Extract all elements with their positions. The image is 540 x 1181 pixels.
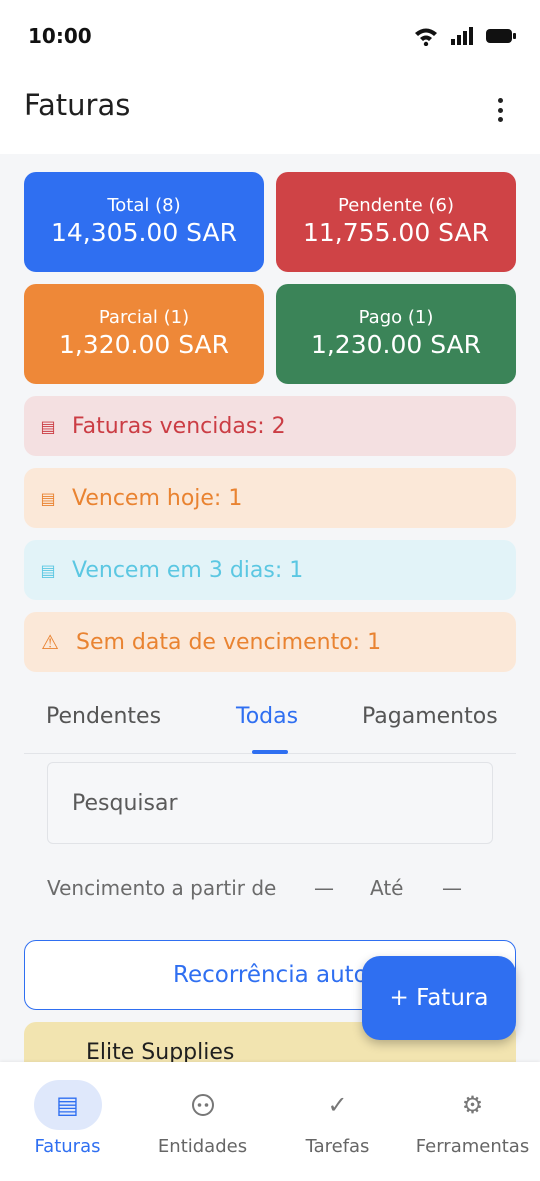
list-icon: ▤	[40, 416, 56, 436]
nav-item-ferramentas[interactable]: ⚙ Ferramentas	[405, 1062, 540, 1181]
gear-icon: ⚙	[461, 1091, 484, 1119]
warning-icon: ⚠	[41, 630, 59, 654]
list-icon: ▤	[40, 560, 56, 580]
summary-card-pendente[interactable]: Pendente (6) 11,755.00 SAR	[276, 172, 516, 272]
summary-card-parcial[interactable]: Parcial (1) 1,320.00 SAR	[24, 284, 264, 384]
nav-item-faturas[interactable]: ▤ Faturas	[0, 1062, 135, 1181]
tab-pagamentos[interactable]: Pagamentos	[362, 704, 498, 729]
invoice-list-icon: ▤	[33, 1080, 102, 1130]
summary-card-pago[interactable]: Pago (1) 1,230.00 SAR	[276, 284, 516, 384]
nav-label: Tarefas	[305, 1136, 370, 1157]
summary-card-label: Pago (1)	[358, 307, 434, 328]
alert-text: Vencem hoje: 1	[72, 485, 243, 511]
more-vert-icon	[497, 98, 503, 103]
alert-due-3-days[interactable]: ▤ Vencem em 3 dias: 1	[24, 540, 516, 600]
alert-no-due-date[interactable]: ⚠ Sem data de vencimento: 1	[24, 612, 516, 672]
wifi-icon	[415, 28, 437, 46]
status-time: 10:00	[28, 24, 92, 48]
status-bar: 10:00	[0, 0, 540, 72]
due-to-label: Até	[370, 876, 404, 900]
summary-card-label: Pendente (6)	[338, 195, 454, 216]
summary-card-value: 11,755.00 SAR	[303, 218, 489, 247]
nav-label: Faturas	[34, 1136, 101, 1157]
page-title: Faturas	[24, 88, 131, 122]
nav-label: Entidades	[157, 1136, 248, 1157]
summary-card-value: 1,320.00 SAR	[58, 330, 230, 359]
invoice-tabs: Pendentes Todas Pagamentos	[24, 690, 516, 754]
due-to-date[interactable]: —	[442, 876, 462, 900]
more-options-button[interactable]	[488, 96, 512, 124]
tab-indicator	[252, 750, 288, 754]
add-invoice-button[interactable]: + Fatura	[362, 956, 516, 1040]
tab-pendentes[interactable]: Pendentes	[46, 704, 161, 729]
alert-text: Sem data de vencimento: 1	[76, 629, 382, 655]
bottom-navigation: ▤ Faturas Entidades ✓ Tarefas ⚙ Ferramen…	[0, 1062, 540, 1181]
check-icon: ✓	[327, 1091, 348, 1119]
search-input[interactable]: Pesquisar	[47, 762, 493, 844]
summary-card-label: Parcial (1)	[98, 307, 190, 328]
summary-card-value: 14,305.00 SAR	[51, 218, 237, 247]
signal-icon	[451, 27, 473, 45]
due-from-label: Vencimento a partir de	[47, 876, 277, 900]
alert-text: Vencem em 3 dias: 1	[72, 557, 304, 583]
battery-icon	[486, 29, 516, 43]
nav-label: Ferramentas	[415, 1136, 530, 1157]
summary-card-label: Total (8)	[107, 195, 181, 216]
status-icons	[414, 26, 516, 46]
entity-icon	[169, 1080, 237, 1130]
nav-item-entidades[interactable]: Entidades	[135, 1062, 270, 1181]
summary-card-total[interactable]: Total (8) 14,305.00 SAR	[24, 172, 264, 272]
due-from-date[interactable]: —	[314, 876, 334, 900]
summary-card-value: 1,230.00 SAR	[310, 330, 482, 359]
alert-due-today[interactable]: ▤ Vencem hoje: 1	[24, 468, 516, 528]
alert-text: Faturas vencidas: 2	[72, 413, 286, 439]
list-icon: ▤	[40, 488, 56, 508]
app-bar: Faturas	[0, 72, 540, 154]
tab-todas[interactable]: Todas	[236, 704, 298, 729]
nav-item-tarefas[interactable]: ✓ Tarefas	[270, 1062, 405, 1181]
alert-overdue[interactable]: ▤ Faturas vencidas: 2	[24, 396, 516, 456]
